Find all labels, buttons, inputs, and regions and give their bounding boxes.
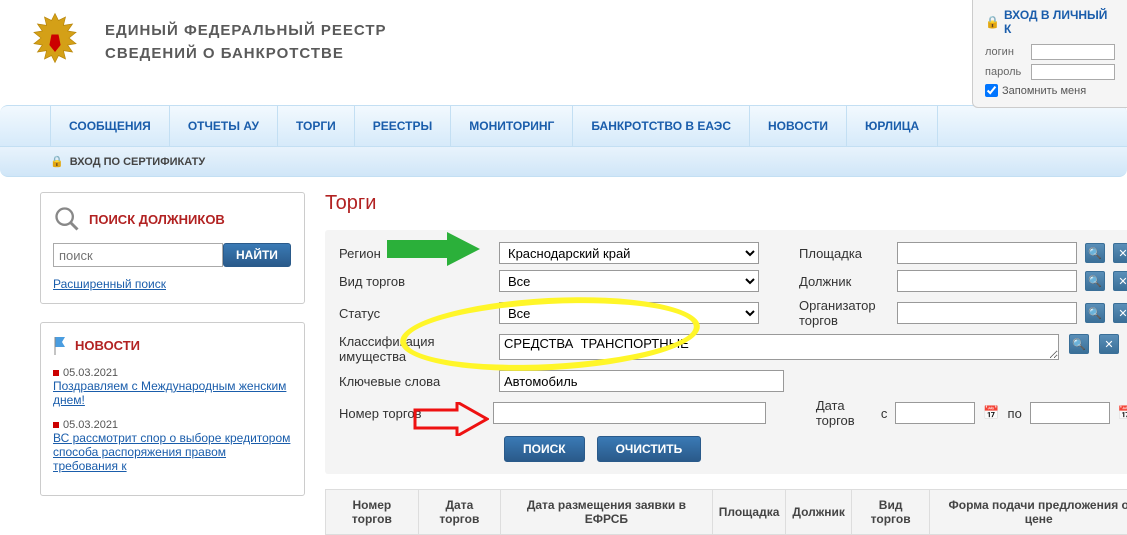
remember-checkbox[interactable]	[985, 84, 998, 97]
debtor-search-input[interactable]	[53, 243, 223, 267]
platform-input[interactable]	[897, 242, 1077, 264]
bullet-icon	[53, 370, 59, 376]
type-label: Вид торгов	[339, 274, 489, 289]
nav-auctions[interactable]: ТОРГИ	[278, 106, 355, 146]
th-type[interactable]: Вид торгов	[851, 490, 929, 535]
lock-icon: 🔒	[50, 155, 64, 168]
login-box: 🔒 ВХОД В ЛИЧНЫЙ К логин пароль Запомнить…	[972, 0, 1127, 108]
nav-legal[interactable]: ЮРЛИЦА	[847, 106, 938, 146]
search-form: Регион Краснодарский край Площадка 🔍 ✕ В…	[325, 230, 1127, 474]
nav-monitoring[interactable]: МОНИТОРИНГ	[451, 106, 573, 146]
date-to-input[interactable]	[1030, 402, 1110, 424]
th-platform[interactable]: Площадка	[712, 490, 786, 535]
debtor-input[interactable]	[897, 270, 1077, 292]
password-label: пароль	[985, 66, 1025, 78]
clear-icon[interactable]: ✕	[1113, 243, 1127, 263]
extended-search-link[interactable]: Расширенный поиск	[53, 277, 166, 291]
platform-label: Площадка	[799, 246, 889, 261]
organizer-label: Организатор торгов	[799, 298, 889, 328]
main-nav: СООБЩЕНИЯ ОТЧЕТЫ АУ ТОРГИ РЕЕСТРЫ МОНИТО…	[0, 105, 1127, 147]
nav-messages[interactable]: СООБЩЕНИЯ	[50, 106, 170, 146]
results-table: Номер торгов Дата торгов Дата размещения…	[325, 489, 1127, 535]
calendar-icon[interactable]: 📅	[983, 405, 999, 421]
clear-icon[interactable]: ✕	[1113, 271, 1127, 291]
annotation-red-arrow	[413, 402, 489, 436]
region-select[interactable]: Краснодарский край	[499, 242, 759, 264]
lookup-icon[interactable]: 🔍	[1085, 271, 1105, 291]
classification-input[interactable]	[499, 334, 1059, 360]
th-date[interactable]: Дата торгов	[418, 490, 500, 535]
keywords-label: Ключевые слова	[339, 374, 489, 389]
status-label: Статус	[339, 306, 489, 321]
news-title: НОВОСТИ	[75, 338, 140, 353]
news-date: 05.03.2021	[63, 419, 118, 431]
th-form[interactable]: Форма подачи предложения о цене	[930, 490, 1127, 535]
keywords-input[interactable]	[499, 370, 784, 392]
number-input[interactable]	[493, 402, 766, 424]
nav-reports[interactable]: ОТЧЕТЫ АУ	[170, 106, 278, 146]
nav-eaes[interactable]: БАНКРОТСТВО В ЕАЭС	[573, 106, 750, 146]
date-from-input[interactable]	[895, 402, 975, 424]
annotation-green-arrow	[385, 232, 485, 266]
type-select[interactable]: Все	[499, 270, 759, 292]
th-number[interactable]: Номер торгов	[326, 490, 419, 535]
page-title: Торги	[325, 192, 1127, 215]
news-link[interactable]: Поздравляем с Международным женским днем…	[53, 379, 286, 407]
nav-news[interactable]: НОВОСТИ	[750, 106, 847, 146]
search-debtors-title: ПОИСК ДОЛЖНИКОВ	[89, 212, 225, 227]
lookup-icon[interactable]: 🔍	[1085, 303, 1105, 323]
login-label: логин	[985, 46, 1025, 58]
debtor-label: Должник	[799, 274, 889, 289]
cert-login-link[interactable]: ВХОД ПО СЕРТИФИКАТУ	[70, 156, 205, 168]
login-input[interactable]	[1031, 44, 1115, 60]
lookup-icon[interactable]: 🔍	[1085, 243, 1105, 263]
date-label: Дата торгов	[816, 398, 873, 428]
calendar-icon[interactable]: 📅	[1118, 405, 1127, 421]
news-date: 05.03.2021	[63, 367, 118, 379]
clear-button[interactable]: ОЧИСТИТЬ	[597, 436, 702, 462]
find-button[interactable]: НАЙТИ	[223, 243, 291, 267]
bullet-icon	[53, 422, 59, 428]
emblem-icon	[20, 10, 90, 80]
search-button[interactable]: ПОИСК	[504, 436, 585, 462]
th-debtor[interactable]: Должник	[786, 490, 852, 535]
lock-icon: 🔒	[985, 15, 1000, 29]
status-select[interactable]: Все	[499, 302, 759, 324]
lookup-icon[interactable]: 🔍	[1069, 334, 1089, 354]
organizer-input[interactable]	[897, 302, 1077, 324]
flag-icon	[53, 335, 67, 355]
news-link[interactable]: ВС рассмотрит спор о выборе кредитором с…	[53, 431, 290, 473]
clear-icon[interactable]: ✕	[1113, 303, 1127, 323]
login-title[interactable]: ВХОД В ЛИЧНЫЙ К	[1004, 8, 1115, 36]
th-placement[interactable]: Дата размещения заявки в ЕФРСБ	[501, 490, 713, 535]
clear-icon[interactable]: ✕	[1099, 334, 1119, 354]
nav-registries[interactable]: РЕЕСТРЫ	[355, 106, 451, 146]
remember-label: Запомнить меня	[1002, 85, 1086, 97]
classification-label: Классификация имущества	[339, 334, 489, 364]
date-from-label: с	[881, 406, 888, 421]
date-to-label: по	[1008, 406, 1022, 421]
site-title: ЕДИНЫЙ ФЕДЕРАЛЬНЫЙ РЕЕСТР СВЕДЕНИЙ О БАН…	[105, 10, 387, 65]
magnifier-icon	[53, 205, 81, 233]
password-input[interactable]	[1031, 64, 1115, 80]
